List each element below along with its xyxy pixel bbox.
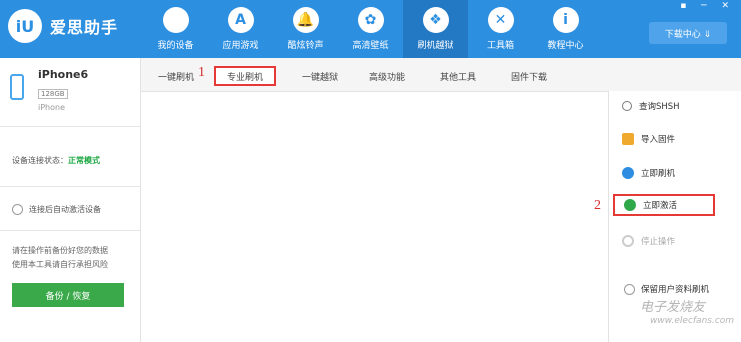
- status-value: 正常模式: [68, 156, 100, 165]
- tab-advanced[interactable]: 高级功能: [357, 66, 417, 86]
- window-controls[interactable]: ▪ ─ ✕: [680, 1, 735, 11]
- device-info: iPhone6 128GB iPhone: [38, 68, 88, 118]
- stop-action[interactable]: 停止操作: [622, 230, 675, 252]
- device-card: iPhone6 128GB iPhone: [10, 68, 88, 118]
- action-label: 停止操作: [641, 237, 676, 247]
- radio-button[interactable]: [624, 283, 635, 295]
- activate-now-action[interactable]: 立即激活: [613, 194, 715, 216]
- tab-one-click-jailbreak[interactable]: 一键越狱: [291, 66, 349, 86]
- stop-icon: [622, 235, 634, 247]
- divider: [0, 230, 140, 231]
- tools-icon: ✕: [487, 7, 514, 33]
- divider: [0, 126, 140, 127]
- action-label: 立即刷机: [641, 169, 676, 179]
- nav-wallpapers[interactable]: ✿ 高清壁纸: [338, 0, 403, 58]
- device-model: iPhone: [38, 103, 66, 112]
- app-logo: iU 爱思助手: [8, 9, 118, 43]
- apple-icon: [162, 7, 189, 33]
- phone-icon: [10, 74, 24, 100]
- watermark-url: www.elecfans.com: [650, 316, 735, 326]
- action-label: 导入固件: [641, 135, 676, 145]
- flash-icon: [622, 167, 634, 179]
- globe-icon: [624, 199, 636, 211]
- flash-now-action[interactable]: 立即刷机: [622, 162, 675, 184]
- nav-label: 酷炫铃声: [287, 41, 324, 51]
- tab-one-click-flash[interactable]: 一键刷机: [151, 66, 201, 86]
- watermark: 电子发烧友: [640, 300, 706, 315]
- nav-flash-jailbreak[interactable]: ❖ 刷机越狱: [403, 0, 468, 58]
- nav-label: 刷机越狱: [417, 41, 454, 51]
- nav-tutorials[interactable]: i 教程中心: [533, 0, 598, 58]
- device-capacity-badge: 128GB: [38, 89, 68, 99]
- nav-label: 我的设备: [157, 41, 194, 51]
- status-label: 设备连接状态：: [12, 156, 68, 165]
- backup-restore-button[interactable]: 备份 / 恢复: [12, 283, 124, 307]
- download-center-button[interactable]: 下载中心 ⇓: [649, 22, 727, 44]
- device-panel: iPhone6 128GB iPhone 设备连接状态：正常模式 连接后自动激活…: [0, 58, 141, 342]
- keep-data-option[interactable]: 保留用户资料刷机: [624, 283, 709, 295]
- search-icon: [622, 101, 632, 111]
- nav-my-device[interactable]: 我的设备: [143, 0, 208, 58]
- nav-ringtones[interactable]: 🔔 酷炫铃声: [273, 0, 338, 58]
- keep-data-label: 保留用户资料刷机: [641, 285, 710, 295]
- auto-activate-option[interactable]: 连接后自动激活设备: [12, 204, 101, 215]
- nav-label: 高清壁纸: [352, 41, 389, 51]
- bell-icon: 🔔: [292, 7, 319, 33]
- nav-apps-games[interactable]: A 应用游戏: [208, 0, 273, 58]
- top-bar: iU 爱思助手 我的设备 A 应用游戏 🔔 酷炫铃声 ✿ 高清壁纸 ❖ 刷机越狱…: [0, 0, 741, 58]
- action-label: 查询SHSH: [639, 102, 680, 112]
- tab-other-tools[interactable]: 其他工具: [428, 66, 488, 86]
- divider: [0, 186, 140, 187]
- nav-label: 工具箱: [486, 41, 514, 51]
- annotation-1: 1: [198, 65, 205, 80]
- connection-status: 设备连接状态：正常模式: [12, 155, 100, 166]
- nav-toolbox[interactable]: ✕ 工具箱: [468, 0, 533, 58]
- main-nav: 我的设备 A 应用游戏 🔔 酷炫铃声 ✿ 高清壁纸 ❖ 刷机越狱 ✕ 工具箱 i…: [143, 0, 598, 58]
- action-label: 立即激活: [643, 201, 678, 211]
- app-store-icon: A: [227, 7, 254, 33]
- radio-button[interactable]: [12, 204, 23, 215]
- folder-icon: [622, 133, 634, 145]
- nav-label: 应用游戏: [222, 41, 259, 51]
- device-name: iPhone6: [38, 68, 89, 81]
- tab-pro-flash[interactable]: 专业刷机: [214, 66, 276, 86]
- auto-activate-label: 连接后自动激活设备: [29, 205, 101, 214]
- query-shsh-action[interactable]: 查询SHSH: [622, 95, 680, 117]
- warning-text: 请在操作前备份好您的数据 使用本工具请自行承担风险: [12, 246, 108, 269]
- logo-icon: iU: [8, 9, 42, 43]
- import-firmware-action[interactable]: 导入固件: [622, 128, 675, 150]
- nav-label: 教程中心: [547, 41, 584, 51]
- info-icon: i: [552, 7, 579, 33]
- dropbox-icon: ❖: [422, 7, 449, 33]
- flower-icon: ✿: [357, 7, 384, 33]
- app-name: 爱思助手: [50, 18, 119, 37]
- tab-firmware-download[interactable]: 固件下载: [499, 66, 559, 86]
- sub-tabs: 一键刷机 专业刷机 一键越狱 高级功能 其他工具 固件下载: [141, 58, 741, 92]
- annotation-2: 2: [594, 198, 601, 213]
